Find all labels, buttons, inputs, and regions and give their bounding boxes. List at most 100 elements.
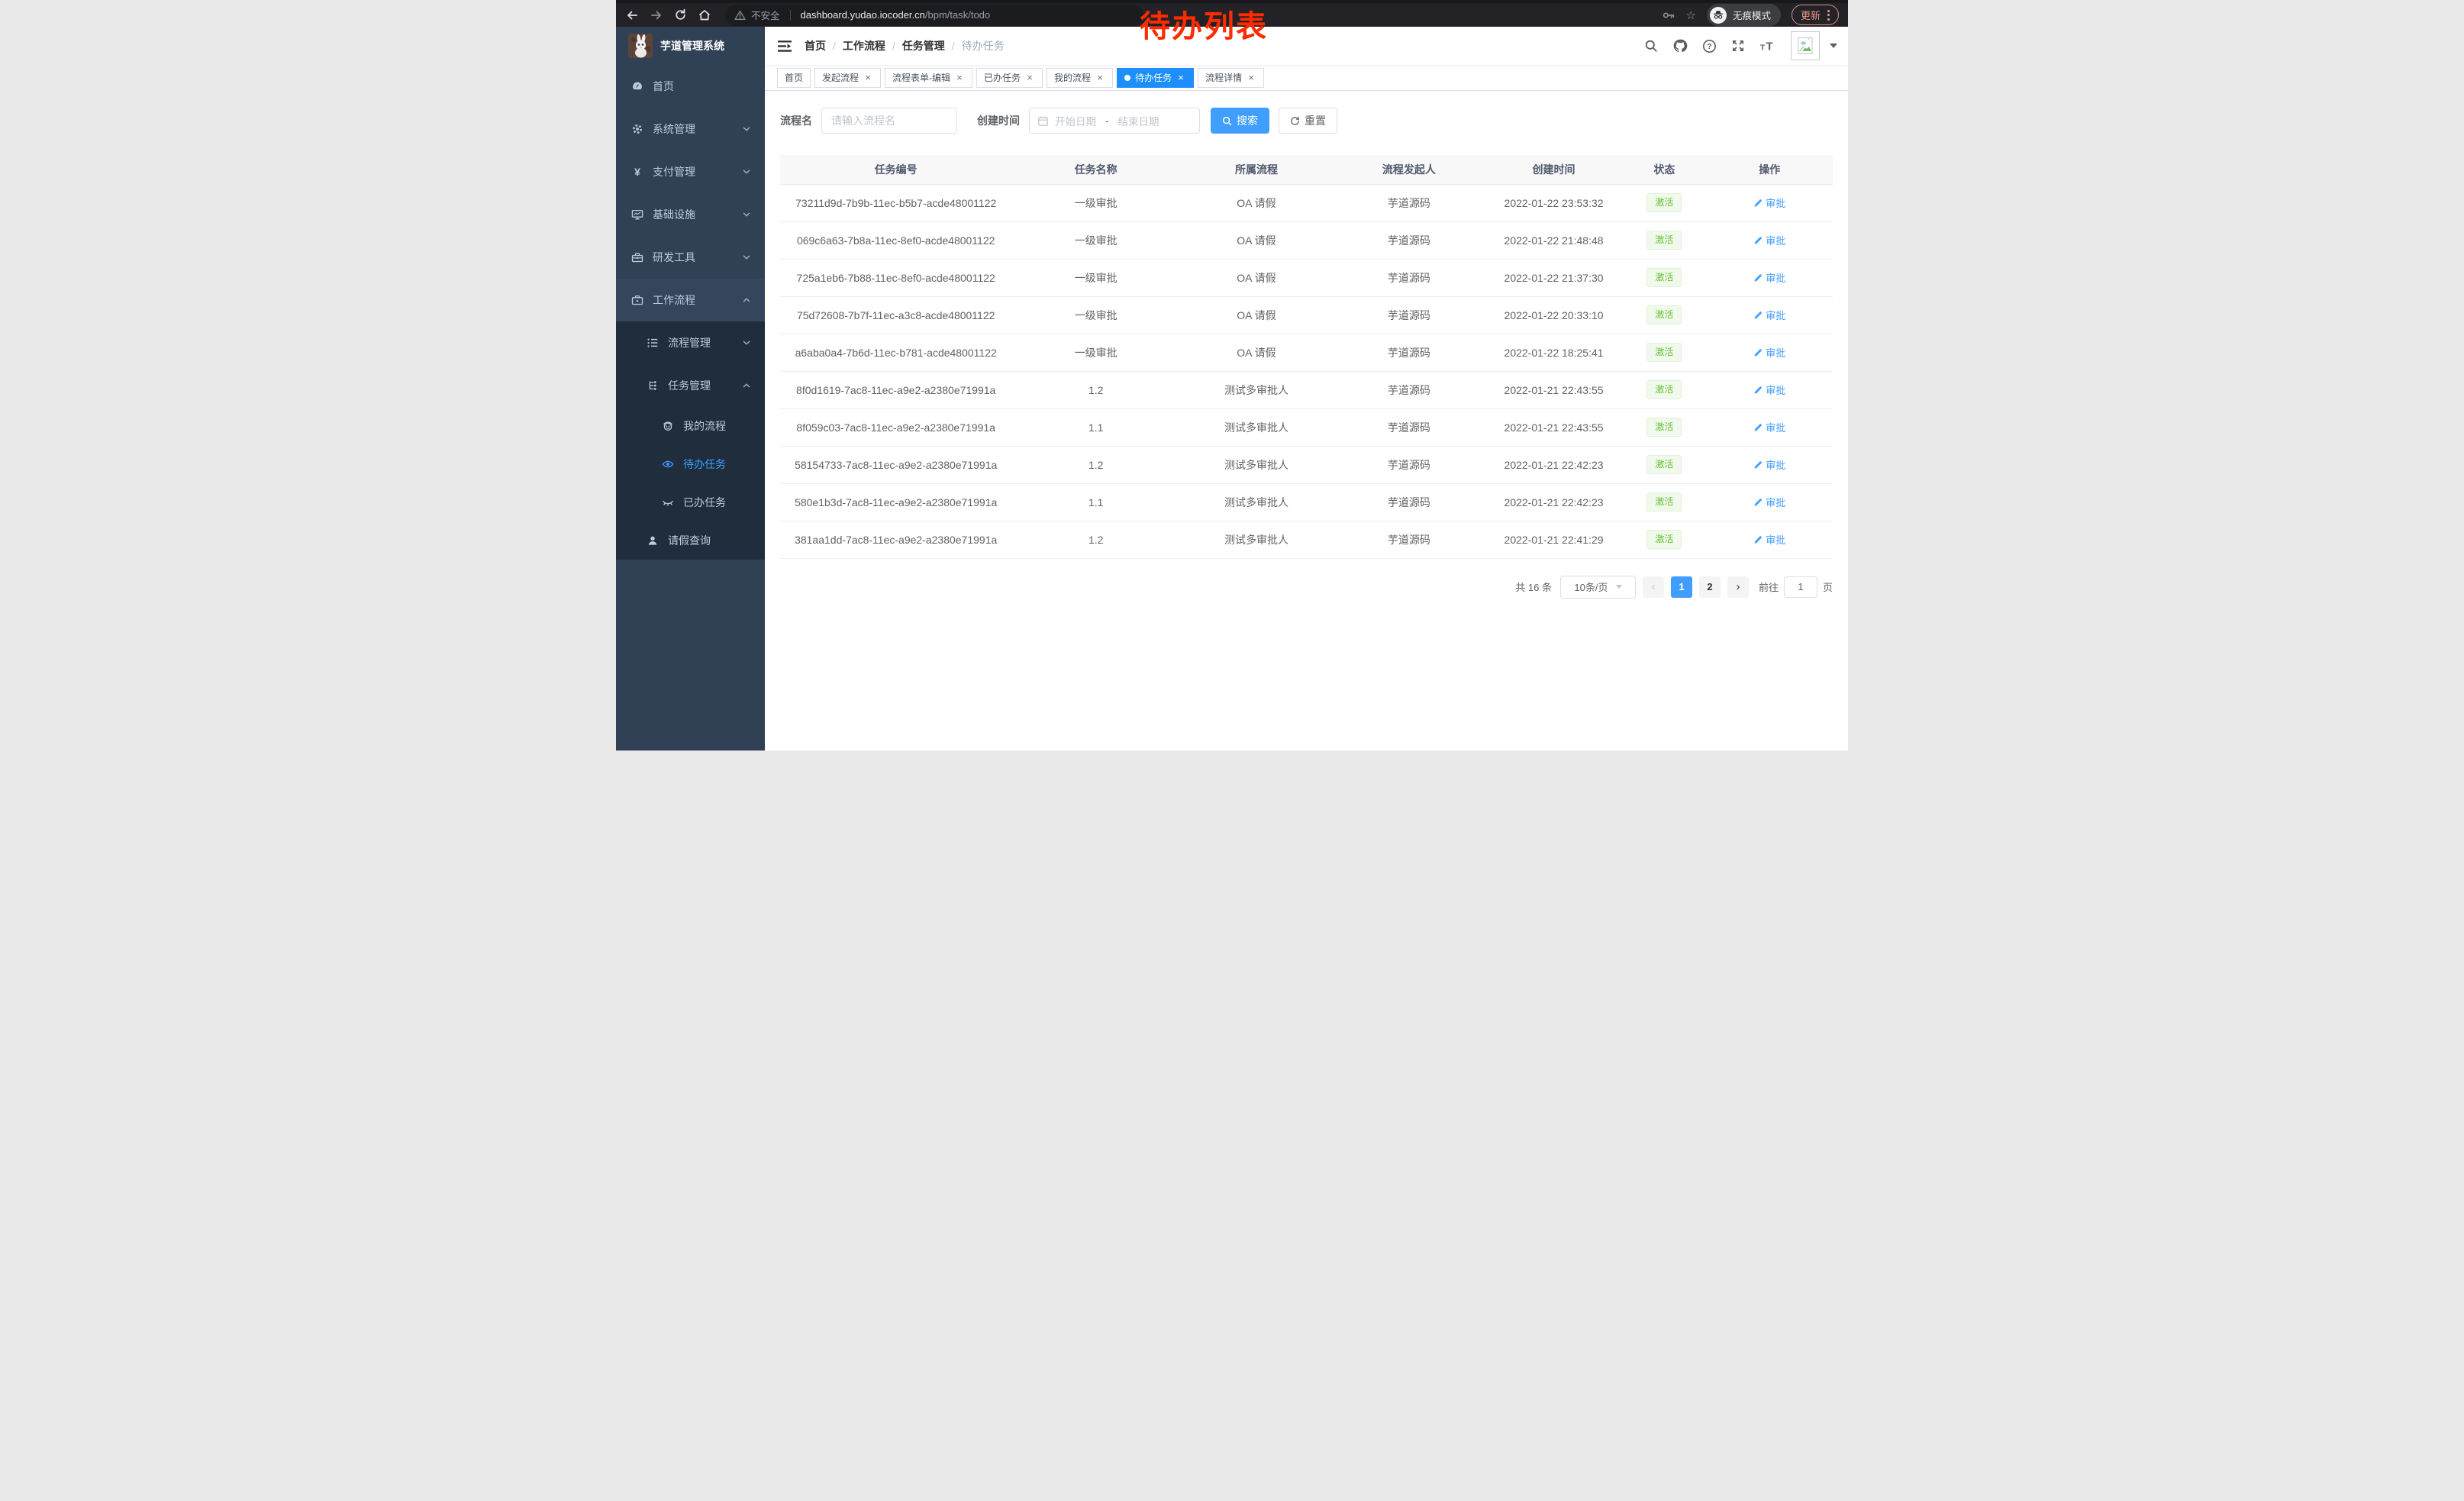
approve-link[interactable]: 审批 [1753,195,1785,210]
tab-流程表单-编辑[interactable]: 流程表单-编辑× [885,68,972,88]
back-icon[interactable] [625,8,639,22]
sidebar-item-leave-query[interactable]: 请假查询 [616,521,765,560]
prev-page-button[interactable]: ‹ [1643,576,1664,598]
approve-link[interactable]: 审批 [1753,383,1785,397]
github-icon[interactable] [1672,38,1688,53]
avatar[interactable] [1791,31,1820,60]
browser-menu-icon[interactable] [1827,10,1830,21]
page-size-select[interactable]: 10条/页 [1560,576,1636,599]
cell-actions: 审批 [1706,483,1833,521]
breadcrumb-item[interactable]: 工作流程 [843,38,885,53]
fullscreen-icon[interactable] [1731,39,1745,53]
help-icon[interactable]: ? [1702,39,1717,53]
search-button-icon [1222,116,1232,126]
approve-link[interactable]: 审批 [1753,495,1785,509]
avatar-caret-icon[interactable] [1830,44,1837,48]
approve-link[interactable]: 审批 [1753,308,1785,322]
table-row: 73211d9d-7b9b-11ec-b5b7-acde48001122一级审批… [780,184,1833,221]
approve-link[interactable]: 审批 [1753,532,1785,547]
sidebar-item-system-mgmt[interactable]: 系统管理 [616,108,765,150]
close-icon[interactable]: × [1024,72,1035,83]
browser-update-button[interactable]: 更新 [1792,5,1839,25]
table-row: 8f0d1619-7ac8-11ec-a9e2-a2380e71991a1.2测… [780,371,1833,408]
goto-page-input[interactable] [1784,576,1817,598]
cell-initiator: 芋道源码 [1333,334,1485,371]
todo-task-table: 任务编号任务名称所属流程流程发起人创建时间状态操作 73211d9d-7b9b-… [780,155,1833,559]
sidebar-item-label: 已办任务 [683,495,765,510]
process-name-label: 流程名 [780,113,812,128]
close-icon[interactable]: × [1095,72,1105,83]
incognito-label: 无痕模式 [1733,8,1771,22]
tab-待办任务[interactable]: 待办任务× [1117,68,1194,88]
approve-label: 审批 [1766,457,1785,472]
page-content: 流程名 创建时间 开始日期 - 结束日期 [765,91,1848,750]
bookmark-star-icon[interactable]: ☆ [1686,8,1696,22]
sidebar-item-payment-mgmt[interactable]: ¥支付管理 [616,150,765,193]
sidebar-item-process-mgmt[interactable]: 流程管理 [616,321,765,364]
password-key-icon[interactable] [1662,8,1675,22]
page-button-2[interactable]: 2 [1699,576,1721,598]
cell-status: 激活 [1622,483,1706,521]
calendar-icon [1037,115,1049,127]
chevron-up-icon [742,295,751,305]
close-icon[interactable]: × [863,72,873,83]
sidebar-item-todo-tasks[interactable]: 待办任务 [616,445,765,483]
sidebar-item-home[interactable]: 首页 [616,65,765,108]
app-logo[interactable]: 芋道管理系统 [616,27,765,65]
sidebar-item-my-process[interactable]: 我的流程 [616,407,765,445]
tab-我的流程[interactable]: 我的流程× [1047,68,1113,88]
page-button-1[interactable]: 1 [1671,576,1692,598]
end-date-placeholder: 结束日期 [1118,113,1159,128]
approve-link[interactable]: 审批 [1753,233,1785,247]
cell-status: 激活 [1622,221,1706,259]
tab-流程详情[interactable]: 流程详情× [1198,68,1264,88]
sidebar-toggle-icon[interactable] [765,27,805,65]
reset-button[interactable]: 重置 [1279,108,1337,134]
page-unit-label: 页 [1823,579,1833,594]
close-icon[interactable]: × [1176,72,1186,83]
cell-task-id: 8f0d1619-7ac8-11ec-a9e2-a2380e71991a [780,371,1011,408]
cell-task-id: 75d72608-7b7f-11ec-a3c8-acde48001122 [780,296,1011,334]
home-icon[interactable] [698,8,711,22]
column-header: 状态 [1622,155,1706,184]
approve-link[interactable]: 审批 [1753,457,1785,472]
sidebar-item-infrastructure[interactable]: 基础设施 [616,193,765,236]
reload-icon[interactable] [674,8,687,21]
tab-首页[interactable]: 首页 [777,68,811,88]
sidebar-item-done-tasks[interactable]: 已办任务 [616,483,765,521]
search-button[interactable]: 搜索 [1211,108,1269,134]
incognito-badge: 无痕模式 [1707,4,1781,26]
sidebar-item-task-mgmt[interactable]: 任务管理 [616,364,765,407]
font-size-icon[interactable]: TT [1759,39,1776,53]
process-name-input[interactable] [821,108,957,134]
date-range-picker[interactable]: 开始日期 - 结束日期 [1029,108,1200,134]
approve-label: 审批 [1766,345,1785,360]
cell-task-name: 1.2 [1011,371,1180,408]
next-page-button[interactable]: › [1727,576,1749,598]
cell-process: OA 请假 [1180,334,1333,371]
cell-task-name: 一级审批 [1011,334,1180,371]
breadcrumb-item[interactable]: 首页 [805,38,826,53]
tab-发起流程[interactable]: 发起流程× [814,68,881,88]
refresh-icon [1290,116,1300,126]
monitor-icon [631,208,643,221]
pencil-icon [1753,498,1763,507]
sidebar-item-dev-tools[interactable]: 研发工具 [616,236,765,279]
tab-已办任务[interactable]: 已办任务× [976,68,1043,88]
forward-icon[interactable] [650,8,663,22]
breadcrumb-item[interactable]: 任务管理 [902,38,945,53]
address-bar[interactable]: 不安全 dashboard.yudao.iocoder.cn/bpm/task/… [725,5,1143,26]
cell-process: OA 请假 [1180,259,1333,296]
approve-link[interactable]: 审批 [1753,345,1785,360]
sidebar-item-workflow[interactable]: 工作流程 [616,279,765,321]
approve-label: 审批 [1766,420,1785,434]
search-icon[interactable] [1644,39,1658,53]
close-icon[interactable]: × [1246,72,1256,83]
approve-label: 审批 [1766,195,1785,210]
chevron-down-icon [742,210,751,219]
close-icon[interactable]: × [954,72,965,83]
approve-link[interactable]: 审批 [1753,270,1785,285]
sidebar-item-label: 任务管理 [668,378,742,393]
breadcrumb-item: 待办任务 [962,38,1005,53]
approve-link[interactable]: 审批 [1753,420,1785,434]
